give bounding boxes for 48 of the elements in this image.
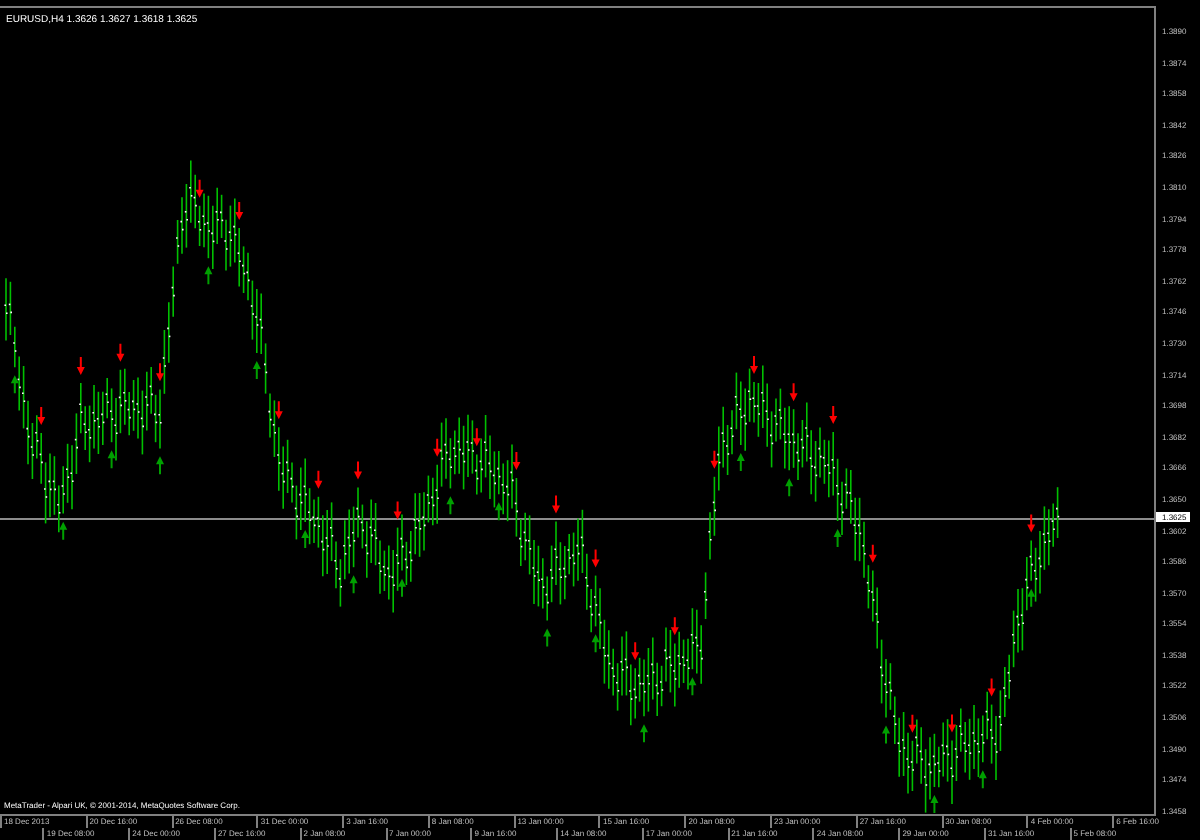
down-arrow-icon (750, 356, 758, 375)
up-arrow-icon (107, 450, 116, 469)
up-arrow-icon (640, 724, 648, 743)
down-arrow-icon (512, 452, 521, 471)
down-arrow-icon (987, 678, 996, 697)
up-arrow-icon (301, 530, 310, 548)
down-arrow-icon (829, 406, 838, 425)
up-arrow-icon (882, 725, 890, 744)
down-arrow-icon (868, 544, 877, 563)
up-arrow-icon (398, 578, 406, 597)
down-arrow-icon (433, 438, 442, 457)
down-arrow-icon (670, 617, 679, 636)
down-arrow-icon (393, 501, 402, 520)
up-arrow-icon (833, 529, 842, 547)
down-arrow-icon (591, 549, 600, 568)
down-arrow-icon (37, 407, 46, 426)
up-arrow-icon (930, 795, 939, 814)
down-arrow-icon (789, 383, 798, 402)
up-arrow-icon (543, 628, 552, 647)
up-arrow-icon (59, 521, 68, 540)
up-arrow-icon (10, 375, 19, 394)
down-arrow-icon (472, 428, 481, 447)
up-arrow-icon (156, 456, 164, 475)
down-arrow-icon (76, 357, 85, 376)
down-arrow-icon (116, 343, 125, 362)
up-arrow-icon (591, 634, 600, 653)
down-arrow-icon (948, 714, 956, 733)
up-arrow-icon (252, 360, 261, 379)
down-arrow-icon (631, 642, 640, 661)
down-arrow-icon (314, 470, 323, 489)
down-arrow-icon (195, 179, 204, 198)
down-arrow-icon (908, 714, 917, 733)
down-arrow-icon (235, 202, 244, 220)
up-arrow-icon (446, 496, 455, 515)
down-arrow-icon (552, 495, 560, 514)
down-arrow-icon (354, 461, 362, 480)
down-arrow-icon (274, 401, 283, 420)
up-arrow-icon (204, 266, 213, 285)
up-arrow-icon (736, 453, 745, 472)
up-arrow-icon (494, 502, 503, 521)
up-arrow-icon (1027, 588, 1036, 607)
up-arrow-icon (688, 677, 697, 696)
up-arrow-icon (349, 575, 358, 594)
down-arrow-icon (156, 363, 164, 382)
up-arrow-icon (785, 478, 794, 497)
up-arrow-icon (978, 770, 987, 789)
down-arrow-icon (710, 450, 719, 469)
down-arrow-icon (1027, 514, 1036, 533)
